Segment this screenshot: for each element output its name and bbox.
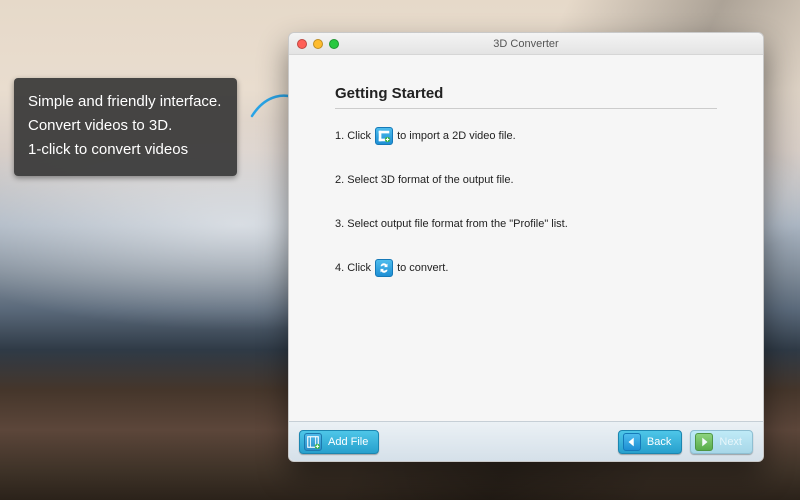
step-2: 2. Select 3D format of the output file. — [335, 171, 717, 189]
convert-icon — [375, 259, 393, 277]
next-button[interactable]: Next — [690, 430, 753, 454]
callout-line: Simple and friendly interface. — [28, 90, 221, 114]
step-1: 1. Click to import a 2D video file. — [335, 127, 717, 145]
button-label: Add File — [328, 436, 368, 448]
callout-line: Convert videos to 3D. — [28, 114, 221, 138]
step-text: to import a 2D video file. — [397, 127, 516, 145]
button-label: Next — [719, 436, 742, 448]
arrow-right-icon — [695, 433, 713, 451]
button-label: Back — [647, 436, 671, 448]
callout-line: 1-click to convert videos — [28, 138, 221, 162]
step-text: 1. Click — [335, 127, 371, 145]
arrow-left-icon — [623, 433, 641, 451]
window-title: 3D Converter — [289, 38, 763, 50]
page-title: Getting Started — [335, 85, 717, 109]
import-file-icon — [375, 127, 393, 145]
step-text: 2. Select 3D format of the output file. — [335, 171, 514, 189]
window-footer: Add File Back Next — [289, 421, 763, 461]
add-file-button[interactable]: Add File — [299, 430, 379, 454]
back-button[interactable]: Back — [618, 430, 682, 454]
window-titlebar[interactable]: 3D Converter — [289, 33, 763, 55]
step-3: 3. Select output file format from the "P… — [335, 215, 717, 233]
desktop-wallpaper: Simple and friendly interface. Convert v… — [0, 0, 800, 500]
step-text: to convert. — [397, 259, 448, 277]
window-content: Getting Started 1. Click to import a 2D … — [289, 55, 763, 421]
marketing-callout: Simple and friendly interface. Convert v… — [14, 78, 237, 176]
step-text: 4. Click — [335, 259, 371, 277]
step-text: 3. Select output file format from the "P… — [335, 215, 568, 233]
step-4: 4. Click to convert. — [335, 259, 717, 277]
app-window: 3D Converter Getting Started 1. Click to… — [288, 32, 764, 462]
filmstrip-icon — [304, 433, 322, 451]
